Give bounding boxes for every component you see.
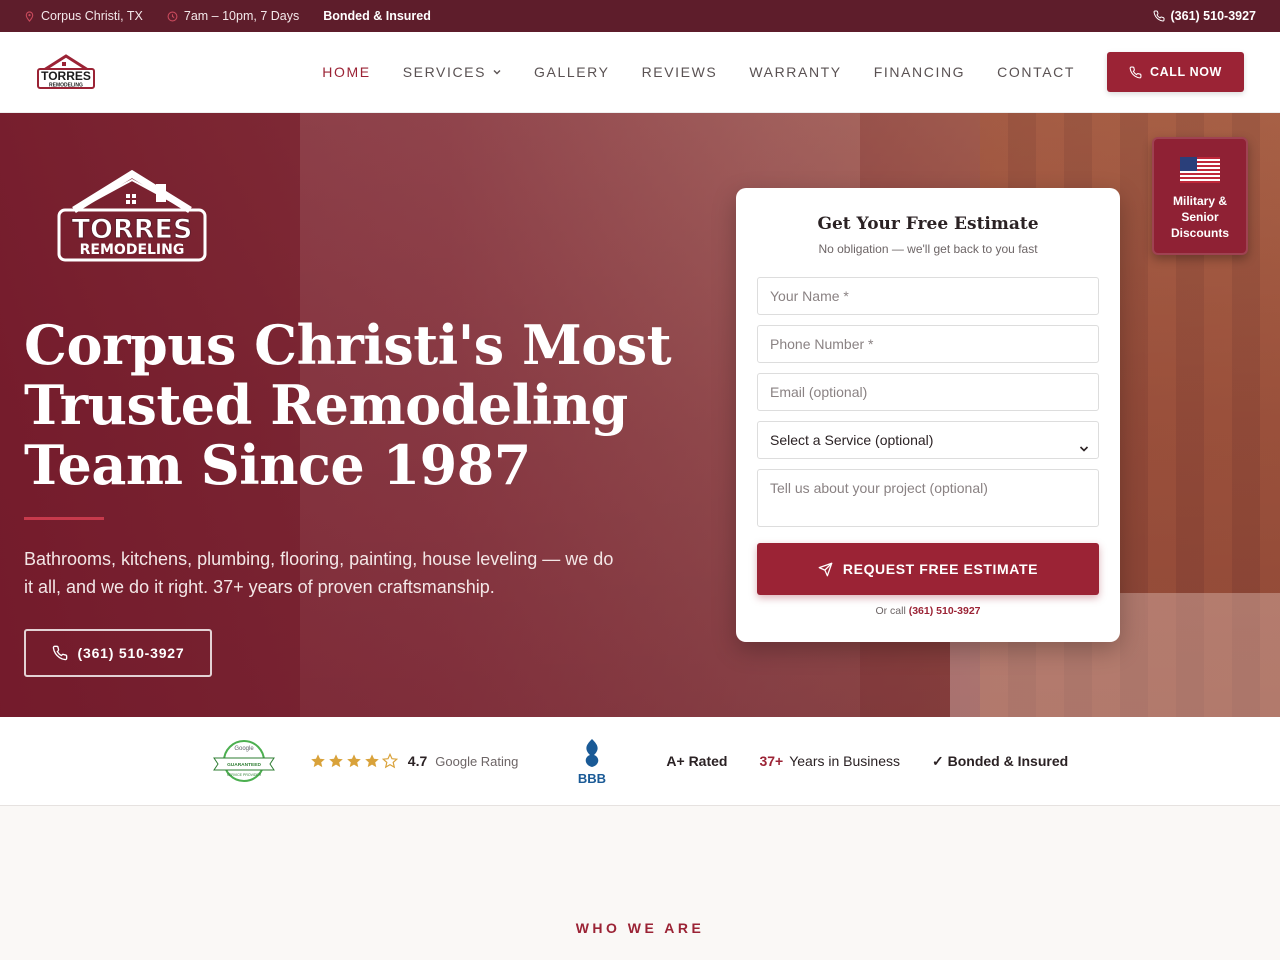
service-select[interactable]: Select a Service (optional) <box>757 421 1099 459</box>
map-pin-icon <box>25 10 34 22</box>
or-call-text: Or call (361) 510-3927 <box>757 605 1099 617</box>
form-title: Get Your Free Estimate <box>817 214 1039 234</box>
military-senior-discount-badge[interactable]: Military & Senior Discounts <box>1152 137 1248 255</box>
nav-services-label: SERVICES <box>402 64 487 80</box>
hero-phone-button[interactable]: (361) 510-3927 <box>24 629 212 677</box>
hero-divider <box>24 517 104 520</box>
us-flag-icon <box>1180 157 1220 183</box>
hero-phone-label: (361) 510-3927 <box>77 645 185 661</box>
location-text: Corpus Christi, TX <box>41 9 143 23</box>
project-textarea[interactable] <box>757 469 1099 527</box>
phone-input[interactable] <box>757 325 1099 363</box>
star-rating <box>310 753 398 769</box>
years-number: 37+ <box>759 753 784 769</box>
request-estimate-button[interactable]: REQUEST FREE ESTIMATE <box>757 543 1099 595</box>
hero-title-line2: Trusted Remodeling <box>24 373 628 437</box>
location-item: Corpus Christi, TX <box>24 9 143 23</box>
nav-contact[interactable]: CONTACT <box>981 64 1091 80</box>
hero-logo-line1: TORRES <box>72 214 193 245</box>
call-now-button[interactable]: CALL NOW <box>1107 52 1244 92</box>
badge-line3: Discounts <box>1170 226 1229 240</box>
star-filled-icon <box>364 754 379 768</box>
or-call-prefix: Or call <box>875 605 906 617</box>
nav-gallery[interactable]: GALLERY <box>518 64 626 80</box>
nav-home[interactable]: HOME <box>306 64 386 80</box>
email-input[interactable] <box>757 373 1099 411</box>
star-filled-icon <box>310 754 325 768</box>
nav-financing[interactable]: FINANCING <box>858 64 981 80</box>
topbar-phone-link[interactable]: (361) 510-3927 <box>1153 9 1256 23</box>
service-select-wrap: Select a Service (optional) <box>757 421 1099 459</box>
badge-line1: Military & <box>1172 194 1227 208</box>
google-guaranteed-icon: Google GUARANTEED SERVICE PROVIDER <box>212 740 275 782</box>
aplus-rating: A+ Rated <box>666 753 728 769</box>
topbar-phone-text: (361) 510-3927 <box>1170 9 1256 23</box>
hero-logo-line2: REMODELING <box>80 242 185 258</box>
phone-icon <box>1153 10 1165 22</box>
hero-title: Corpus Christi's Most Trusted Remodeling… <box>24 315 684 495</box>
star-filled-icon <box>346 754 361 768</box>
phone-icon <box>52 645 67 661</box>
chevron-down-icon <box>493 70 501 75</box>
name-input[interactable] <box>757 277 1099 315</box>
send-icon <box>818 562 833 576</box>
bbb-text: BBB <box>578 771 606 785</box>
form-subtitle: No obligation — we'll get back to you fa… <box>818 242 1038 256</box>
hero-title-line1: Corpus Christi's Most <box>24 313 672 377</box>
years-label: Years in Business <box>789 753 900 769</box>
hero-logo: TORRES REMODELING <box>57 170 207 262</box>
rating-value: 4.7 <box>407 753 428 769</box>
hours-text: 7am – 10pm, 7 Days <box>183 9 300 23</box>
google-seal-bottom: SERVICE PROVIDER <box>227 773 262 777</box>
nav-warranty[interactable]: WARRANTY <box>733 64 857 80</box>
hero-section: TORRES REMODELING Corpus Christi's Most … <box>0 113 1280 717</box>
nav-home-label: HOME <box>322 64 371 80</box>
star-outline-icon <box>381 753 398 769</box>
bonded-text: Bonded & Insured <box>323 9 431 23</box>
header-logo[interactable]: TORRES REMODELING <box>36 54 96 90</box>
site-header: TORRES REMODELING HOME SERVICES GALLERY … <box>0 32 1280 113</box>
nav-reviews[interactable]: REVIEWS <box>626 64 734 80</box>
header-logo-line1: TORRES <box>41 69 91 83</box>
who-we-are-eyebrow: WHO WE ARE <box>575 920 705 936</box>
trust-bar: Google GUARANTEED SERVICE PROVIDER 4.7 G… <box>0 717 1280 806</box>
nav-reviews-label: REVIEWS <box>641 64 718 80</box>
nav-services[interactable]: SERVICES <box>387 64 518 80</box>
clock-icon <box>167 11 178 21</box>
nav-financing-label: FINANCING <box>873 64 966 80</box>
phone-icon <box>1129 66 1142 78</box>
nav-gallery-label: GALLERY <box>534 64 610 80</box>
google-seal-top: Google <box>234 746 254 752</box>
bbb-logo-icon: BBB <box>578 739 606 785</box>
main-nav: HOME SERVICES GALLERY REVIEWS WARRANTY F… <box>306 64 1091 80</box>
hero-title-line3: Team Since 1987 <box>24 433 531 497</box>
nav-warranty-label: WARRANTY <box>749 64 842 80</box>
request-estimate-label: REQUEST FREE ESTIMATE <box>842 561 1039 577</box>
bonded-insured-label: ✓ Bonded & Insured <box>932 752 1069 769</box>
header-logo-line2: REMODELING <box>49 83 83 89</box>
estimate-form-card: Get Your Free Estimate No obligation — w… <box>736 188 1120 642</box>
top-bar: Corpus Christi, TX 7am – 10pm, 7 Days Bo… <box>0 0 1280 32</box>
nav-contact-label: CONTACT <box>997 64 1075 80</box>
badge-line2: Senior <box>1181 210 1219 224</box>
hours-item: 7am – 10pm, 7 Days <box>167 9 299 23</box>
call-now-label: CALL NOW <box>1150 65 1222 79</box>
house-logo-icon: TORRES REMODELING <box>37 54 95 89</box>
or-call-phone-link[interactable]: (361) 510-3927 <box>909 605 981 617</box>
google-seal-mid: GUARANTEED <box>227 762 261 768</box>
hero-subtitle: Bathrooms, kitchens, plumbing, flooring,… <box>24 549 614 597</box>
rating-label: Google Rating <box>435 753 519 769</box>
star-filled-icon <box>328 754 343 768</box>
